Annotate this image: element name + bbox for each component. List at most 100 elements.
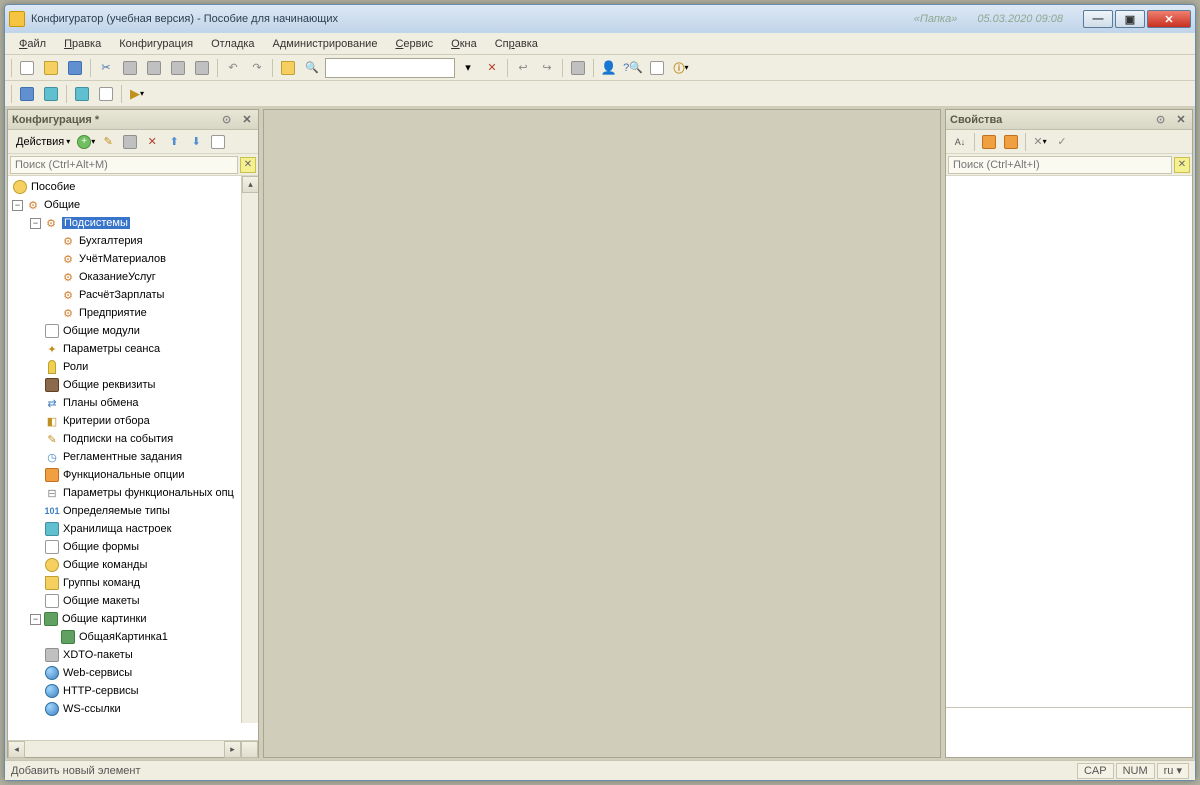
tree-common-pictures[interactable]: −Общие картинки	[8, 610, 258, 628]
tree-event-subs[interactable]: ✎Подписки на события	[8, 430, 258, 448]
toggle-icon[interactable]: −	[12, 200, 23, 211]
paste-button[interactable]	[143, 57, 165, 79]
props-panel-close[interactable]: ✕	[1174, 113, 1188, 127]
new-file-button[interactable]	[16, 57, 38, 79]
tree-common-forms[interactable]: Общие формы	[8, 538, 258, 556]
nav-back-button[interactable]: ↩	[512, 57, 534, 79]
toggle-icon[interactable]: −	[30, 218, 41, 229]
copy-item-button[interactable]	[120, 132, 140, 152]
tree-roles[interactable]: Роли	[8, 358, 258, 376]
tree-defined-types[interactable]: 101Определяемые типы	[8, 502, 258, 520]
tree-func-opt-params[interactable]: ⊟Параметры функциональных опц	[8, 484, 258, 502]
undo-button[interactable]: ↶	[222, 57, 244, 79]
tree-common-attrs[interactable]: Общие реквизиты	[8, 376, 258, 394]
cut-button[interactable]: ✂	[95, 57, 117, 79]
search-clear-button[interactable]: ✕	[481, 57, 503, 79]
tree-scrollbar-h[interactable]: ◂ ▸	[8, 740, 258, 757]
menu-file[interactable]: Файл	[11, 36, 54, 52]
config-search-clear[interactable]: ✕	[240, 157, 256, 173]
config-panel-header[interactable]: Конфигурация * ⊙ ✕	[8, 110, 258, 130]
table-button[interactable]	[95, 83, 117, 105]
tree-scrollbar-v[interactable]: ▴	[241, 176, 258, 723]
config-search-input[interactable]	[10, 156, 238, 174]
tree-scheduled-jobs[interactable]: ◷Регламентные задания	[8, 448, 258, 466]
tree-common-modules[interactable]: Общие модули	[8, 322, 258, 340]
menu-debug[interactable]: Отладка	[203, 36, 262, 52]
calendar-button[interactable]	[646, 57, 668, 79]
actions-button[interactable]: Действия ▾	[12, 132, 74, 152]
config-tree[interactable]: ▴ Пособие − ⚙ Общие −	[8, 176, 258, 740]
props-check-button[interactable]: ✓	[1052, 132, 1072, 152]
status-lang[interactable]: ru ▾	[1157, 763, 1189, 779]
tree-sub-materials[interactable]: ⚙УчётМатериалов	[8, 250, 258, 268]
db-button[interactable]	[71, 83, 93, 105]
tree-sub-services[interactable]: ⚙ОказаниеУслуг	[8, 268, 258, 286]
delete-button[interactable]: ✕	[142, 132, 162, 152]
search-dropdown-button[interactable]: ▾	[457, 57, 479, 79]
props-panel-header[interactable]: Свойства ⊙ ✕	[946, 110, 1192, 130]
tree-session-params[interactable]: ✦Параметры сеанса	[8, 340, 258, 358]
save-button[interactable]	[64, 57, 86, 79]
maximize-button[interactable]: ▣	[1115, 10, 1145, 28]
menu-help[interactable]: Справка	[487, 36, 546, 52]
find-button[interactable]	[277, 57, 299, 79]
menu-edit[interactable]: Правка	[56, 36, 109, 52]
tree-settings-storages[interactable]: Хранилища настроек	[8, 520, 258, 538]
user-button[interactable]: 👤	[598, 57, 620, 79]
menu-windows[interactable]: Окна	[443, 36, 485, 52]
props-search-clear[interactable]: ✕	[1174, 157, 1190, 173]
tree-subsystems[interactable]: − ⚙ Подсистемы	[8, 214, 258, 232]
tree-sub-salary[interactable]: ⚙РасчётЗарплаты	[8, 286, 258, 304]
search-icon-button[interactable]: 🔍	[301, 57, 323, 79]
tree-http-services[interactable]: HTTP-сервисы	[8, 682, 258, 700]
props-search-input[interactable]	[948, 156, 1172, 174]
tree-filter-criteria[interactable]: ◧Критерии отбора	[8, 412, 258, 430]
tree-ws-refs[interactable]: WS-ссылки	[8, 700, 258, 718]
toggle-icon[interactable]: −	[30, 614, 41, 625]
alphabetic-button[interactable]	[1001, 132, 1021, 152]
scroll-right-button[interactable]: ▸	[224, 741, 241, 758]
tree-sub-accounting[interactable]: ⚙Бухгалтерия	[8, 232, 258, 250]
search-input[interactable]	[325, 58, 455, 78]
tree-xdto[interactable]: XDTO-пакеты	[8, 646, 258, 664]
titlebar[interactable]: Конфигуратор (учебная версия) - Пособие …	[5, 5, 1195, 33]
add-button[interactable]: +▾	[76, 132, 96, 152]
run-button[interactable]: ▶▾	[126, 83, 148, 105]
tree-common-templates[interactable]: Общие макеты	[8, 592, 258, 610]
menu-service[interactable]: Сервис	[387, 36, 441, 52]
copy-path-button[interactable]	[567, 57, 589, 79]
pin-icon[interactable]: ⊙	[1156, 113, 1170, 127]
sort-alpha-button[interactable]: A↓	[950, 132, 970, 152]
print-preview-button[interactable]	[191, 57, 213, 79]
categorized-button[interactable]	[979, 132, 999, 152]
config-tree-button[interactable]	[16, 83, 38, 105]
nav-forward-button[interactable]: ↪	[536, 57, 558, 79]
tree-picture1[interactable]: ОбщаяКартинка1	[8, 628, 258, 646]
print-button[interactable]	[167, 57, 189, 79]
sort-button[interactable]	[208, 132, 228, 152]
tree-common[interactable]: − ⚙ Общие	[8, 196, 258, 214]
tree-web-services[interactable]: Web-сервисы	[8, 664, 258, 682]
config-panel-close[interactable]: ✕	[240, 113, 254, 127]
menu-config[interactable]: Конфигурация	[111, 36, 201, 52]
copy-button[interactable]	[119, 57, 141, 79]
edit-button[interactable]: ✎	[98, 132, 118, 152]
help-search-button[interactable]: ?🔍	[622, 57, 644, 79]
move-up-button[interactable]: ⬆	[164, 132, 184, 152]
config-props-button[interactable]	[40, 83, 62, 105]
tree-exchange-plans[interactable]: ⇄Планы обмена	[8, 394, 258, 412]
scroll-left-button[interactable]: ◂	[8, 741, 25, 758]
tree-func-options[interactable]: Функциональные опции	[8, 466, 258, 484]
menu-admin[interactable]: Администрирование	[265, 36, 386, 52]
props-clear-button[interactable]: ✕▾	[1030, 132, 1050, 152]
redo-button[interactable]: ↷	[246, 57, 268, 79]
open-folder-button[interactable]	[40, 57, 62, 79]
minimize-button[interactable]: —	[1083, 10, 1113, 28]
tree-sub-enterprise[interactable]: ⚙Предприятие	[8, 304, 258, 322]
tree-command-groups[interactable]: Группы команд	[8, 574, 258, 592]
close-button[interactable]: ✕	[1147, 10, 1191, 28]
move-down-button[interactable]: ⬇	[186, 132, 206, 152]
tree-common-commands[interactable]: Общие команды	[8, 556, 258, 574]
tree-root[interactable]: Пособие	[8, 178, 258, 196]
scroll-up-button[interactable]: ▴	[242, 176, 258, 193]
